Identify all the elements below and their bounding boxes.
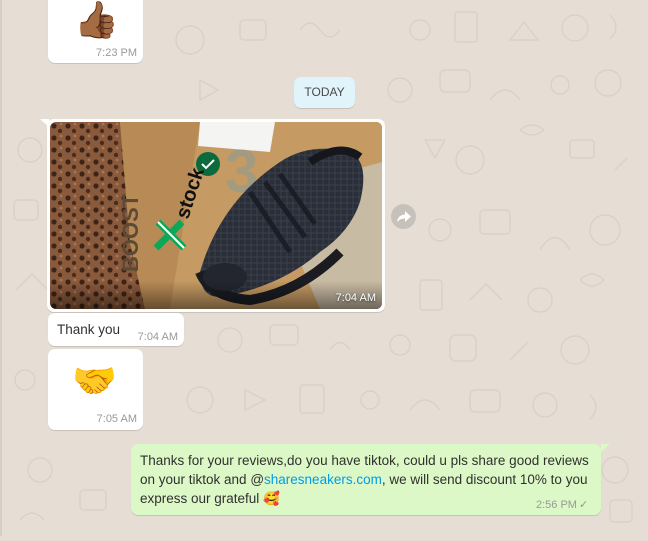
- bubble-tail: [40, 119, 49, 127]
- handshake-emoji: 🤝: [72, 360, 117, 401]
- message-thumbs-up[interactable]: 👍🏾 7:23 PM: [48, 0, 143, 63]
- pane-border: [0, 0, 2, 536]
- message-thank-you[interactable]: Thank you 7:04 AM: [48, 313, 184, 346]
- message-time: 7:05 AM: [96, 413, 137, 425]
- date-divider: TODAY: [294, 77, 355, 108]
- photo-shade: [50, 281, 382, 309]
- photo-time: 7:04 AM: [335, 292, 376, 304]
- bubble-tail: [601, 444, 610, 452]
- message-handshake[interactable]: 🤝 7:05 AM: [48, 349, 143, 430]
- message-text: Thank you: [57, 322, 121, 337]
- box-boost-text: BOOST: [118, 193, 143, 272]
- thumbs-up-emoji: 👍🏾: [74, 0, 119, 40]
- forward-arrow-icon[interactable]: [391, 204, 416, 229]
- message-time: 7:23 PM: [96, 47, 137, 59]
- outgoing-time: 2:56 PM ✓: [536, 498, 588, 511]
- message-time: 2:56 PM: [536, 499, 577, 511]
- outgoing-text: Thanks for your reviews,do you have tikt…: [140, 451, 592, 508]
- sent-check-icon: ✓: [578, 499, 589, 511]
- sharesneakers-link[interactable]: sharesneakers.com: [264, 472, 382, 487]
- sneaker-photo[interactable]: BOOST stock 3 7:04 AM: [50, 122, 382, 309]
- forward-arrow-glyph: [396, 210, 411, 222]
- smiling-hearts-emoji: 🥰: [263, 491, 280, 506]
- message-time: 7:04 AM: [137, 331, 178, 343]
